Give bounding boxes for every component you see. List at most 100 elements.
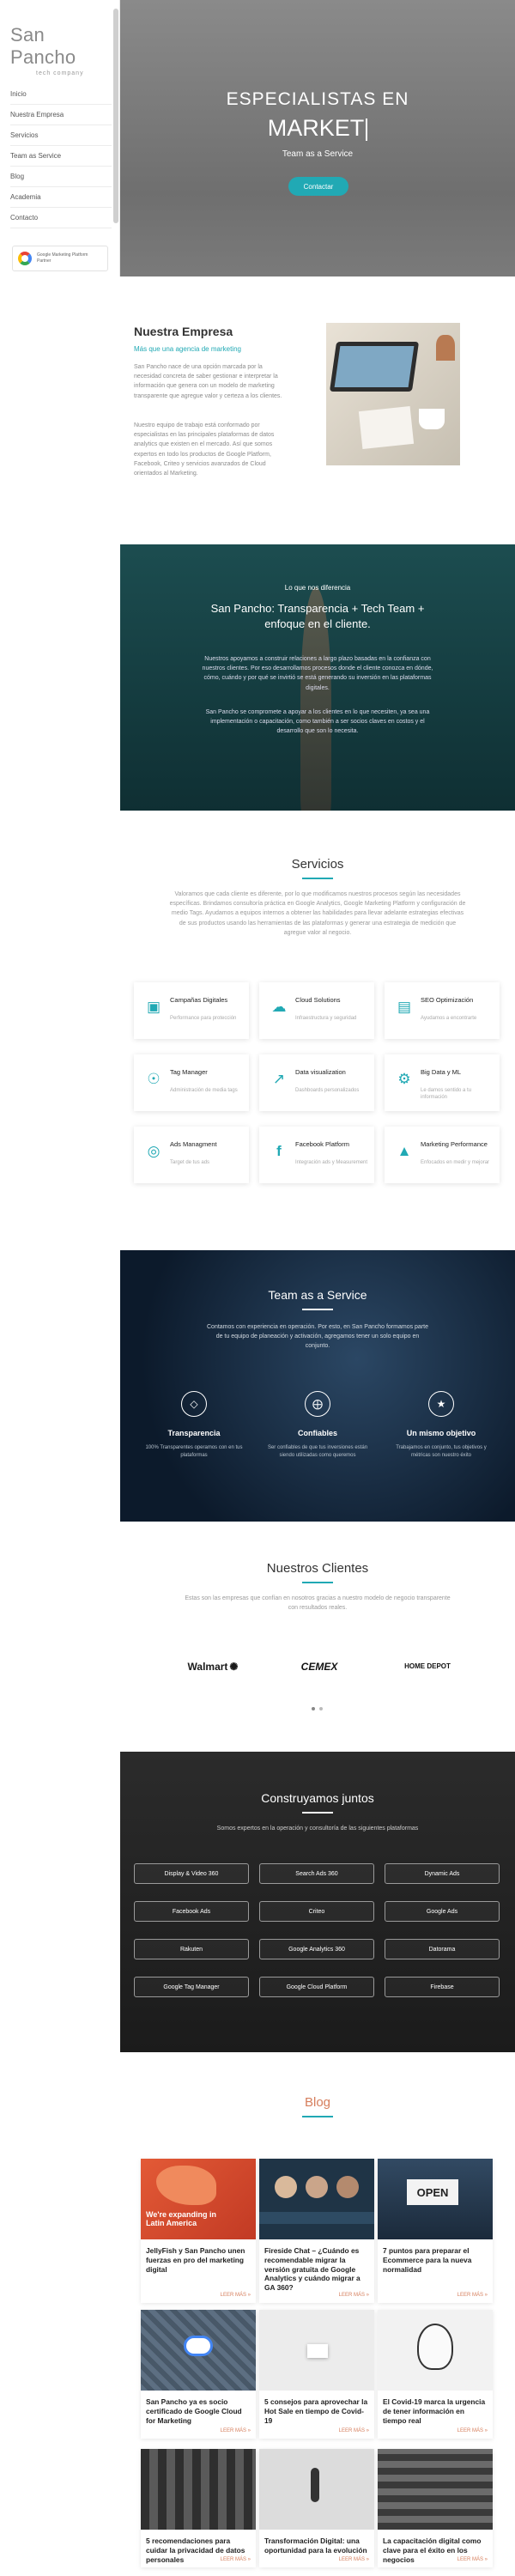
diferencia-paragraph-2: San Pancho se compromete a apoyar a los … (205, 709, 430, 735)
read-more-link[interactable]: LEER MÁS » (457, 2428, 488, 2433)
platform-button[interactable]: Criteo (259, 1901, 374, 1922)
post-title: Fireside Chat – ¿Cuándo es recomendable … (264, 2246, 360, 2292)
construyamos-section: Construyamos juntos Somos expertos en la… (120, 1752, 515, 2052)
carousel-dot-2[interactable] (319, 1707, 323, 1710)
carousel-dot-1[interactable] (312, 1707, 315, 1710)
plant-image (436, 335, 455, 361)
brand-tagline: tech company (36, 70, 84, 76)
nav-item-servicios[interactable]: Servicios (10, 125, 112, 146)
service-desc: Integración ads y Measurement (295, 1160, 368, 1165)
blog-post-card[interactable]: San Pancho ya es socio certificado de Go… (141, 2310, 256, 2439)
platform-button[interactable]: Google Ads (385, 1901, 500, 1922)
badge-line1: Google Marketing Platform (37, 252, 88, 258)
sidebar-scrollbar[interactable] (113, 9, 118, 223)
chart-icon: ↗ (272, 1071, 286, 1087)
nav-item-inicio[interactable]: Inicio (10, 84, 112, 105)
service-name: Data visualization (295, 1068, 346, 1076)
platform-button[interactable]: Rakuten (134, 1939, 249, 1959)
cloud-icon: ☁ (271, 999, 287, 1015)
diferencia-section: Lo que nos diferencia San Pancho: Transp… (120, 544, 515, 811)
platform-button[interactable]: Display & Video 360 (134, 1863, 249, 1884)
service-desc: Ayudamos a encontrarte (421, 1016, 477, 1021)
hanging-tag (307, 2344, 328, 2358)
read-more-link[interactable]: LEER MÁS » (221, 2428, 251, 2433)
service-name: Cloud Solutions (295, 996, 341, 1004)
post-title: El Covid-19 marca la urgencia de tener i… (383, 2397, 486, 2425)
clientes-title: Nuestros Clientes (266, 1561, 369, 1576)
hero-tagline: Team as a Service (282, 149, 354, 159)
gear-icon: ⚙ (397, 1071, 411, 1087)
service-card[interactable]: f Facebook Platform Integración ads y Me… (259, 1127, 374, 1183)
read-more-link[interactable]: LEER MÁS » (221, 2557, 251, 2562)
nav-item-academia[interactable]: Academia (10, 187, 112, 208)
read-more-link[interactable]: LEER MÁS » (339, 2293, 369, 2298)
notebook-image (358, 405, 415, 450)
service-card[interactable]: ▣ Campañas Digitales Performance para pr… (134, 982, 249, 1039)
post-title: Transformación Digital: una oportunidad … (264, 2537, 367, 2555)
platform-button[interactable]: Datorama (385, 1939, 500, 1959)
blog-post-card[interactable]: El Covid-19 marca la urgencia de tener i… (378, 2310, 493, 2439)
platform-button[interactable]: Google Analytics 360 (259, 1939, 374, 1959)
construyamos-underline (302, 1812, 333, 1814)
blog-post-card[interactable]: La capacitación digital como clave para … (378, 2449, 493, 2567)
blog-post-card[interactable]: 5 recomendaciones para cuidar la privaci… (141, 2449, 256, 2567)
read-more-link[interactable]: LEER MÁS » (339, 2428, 369, 2433)
service-desc: Target de tus ads (170, 1160, 210, 1165)
service-desc: Infraestructura y seguridad (295, 1016, 357, 1021)
blog-title: Blog (304, 2095, 331, 2110)
service-card[interactable]: ◎ Ads Managment Target de tus ads (134, 1127, 249, 1183)
post-thumbnail: We're expanding in Latin America (141, 2159, 256, 2239)
empresa-title: Nuestra Empresa (134, 325, 233, 338)
clientes-description: Estas son las empresas que confían en no… (185, 1595, 451, 1612)
platform-button[interactable]: Google Cloud Platform (259, 1977, 374, 1997)
post-thumbnail (378, 2310, 493, 2391)
blog-post-card[interactable]: Fireside Chat – ¿Cuándo es recomendable … (259, 2159, 374, 2303)
helmet-figure (417, 2324, 453, 2370)
service-desc: Enfocados en medir y mejorar (421, 1160, 490, 1165)
nav-item-blog[interactable]: Blog (10, 167, 112, 187)
blog-post-card[interactable]: OPEN 7 puntos para preparar el Ecommerce… (378, 2159, 493, 2303)
read-more-link[interactable]: LEER MÁS » (457, 2293, 488, 2298)
platform-button[interactable]: Google Tag Manager (134, 1977, 249, 1997)
main-nav: Inicio Nuestra Empresa Servicios Team as… (10, 84, 112, 228)
service-card[interactable]: ↗ Data visualization Dashboards personal… (259, 1054, 374, 1111)
service-card[interactable]: ☉ Tag Manager Administración de media ta… (134, 1054, 249, 1111)
read-more-link[interactable]: LEER MÁS » (339, 2557, 369, 2562)
platform-button[interactable]: Dynamic Ads (385, 1863, 500, 1884)
team-underline (302, 1309, 333, 1310)
platform-button[interactable]: Search Ads 360 (259, 1863, 374, 1884)
contact-button[interactable]: Contactar (288, 177, 348, 196)
megaphone-icon: ▲ (397, 1143, 412, 1159)
platform-button[interactable]: Firebase (385, 1977, 500, 1997)
google-partner-badge[interactable]: Google Marketing Platform Partner (12, 246, 108, 271)
post-thumbnail (141, 2310, 256, 2391)
team-col-desc: 100% Transparentes operamos con en tus p… (145, 1445, 243, 1458)
service-card[interactable]: ▲ Marketing Performance Enfocados en med… (385, 1127, 500, 1183)
brand-logo[interactable]: San Pancho tech company (10, 24, 113, 76)
blog-post-card[interactable]: 5 consejos para aprovechar la Hot Sale e… (259, 2310, 374, 2439)
nav-item-team[interactable]: Team as Service (10, 146, 112, 167)
blog-post-card[interactable]: We're expanding in Latin America JellyFi… (141, 2159, 256, 2303)
read-more-link[interactable]: LEER MÁS » (457, 2557, 488, 2562)
cemex-text: CEMEX (300, 1661, 338, 1673)
compass-icon: ⨁ (305, 1391, 330, 1417)
service-card[interactable]: ☁ Cloud Solutions Infraestructura y segu… (259, 982, 374, 1039)
servicios-description: Valoramos que cada cliente es diferente,… (169, 891, 466, 936)
speaker-photo-2 (306, 2176, 328, 2198)
platform-button[interactable]: Facebook Ads (134, 1901, 249, 1922)
nav-item-empresa[interactable]: Nuestra Empresa (10, 105, 112, 125)
service-card[interactable]: ▤ SEO Optimización Ayudamos a encontrart… (385, 982, 500, 1039)
tag-icon: ☉ (147, 1071, 161, 1087)
nav-item-contacto[interactable]: Contacto (10, 208, 112, 228)
service-name: Marketing Performance (421, 1140, 488, 1148)
post-title: 5 consejos para aprovechar la Hot Sale e… (264, 2397, 368, 2425)
screen-icon: ▣ (146, 999, 161, 1015)
read-more-link[interactable]: LEER MÁS » (221, 2293, 251, 2298)
blog-post-card[interactable]: Transformación Digital: una oportunidad … (259, 2449, 374, 2567)
service-name: SEO Optimización (421, 996, 474, 1004)
typing-caret (366, 118, 368, 141)
empresa-paragraph-2: Nuestro equipo de trabajo está conformad… (134, 422, 275, 477)
diamond-icon: ◇ (181, 1391, 207, 1417)
service-card[interactable]: ⚙ Big Data y ML Le damos sentido a tu in… (385, 1054, 500, 1111)
sidebar: San Pancho tech company Inicio Nuestra E… (0, 0, 120, 276)
